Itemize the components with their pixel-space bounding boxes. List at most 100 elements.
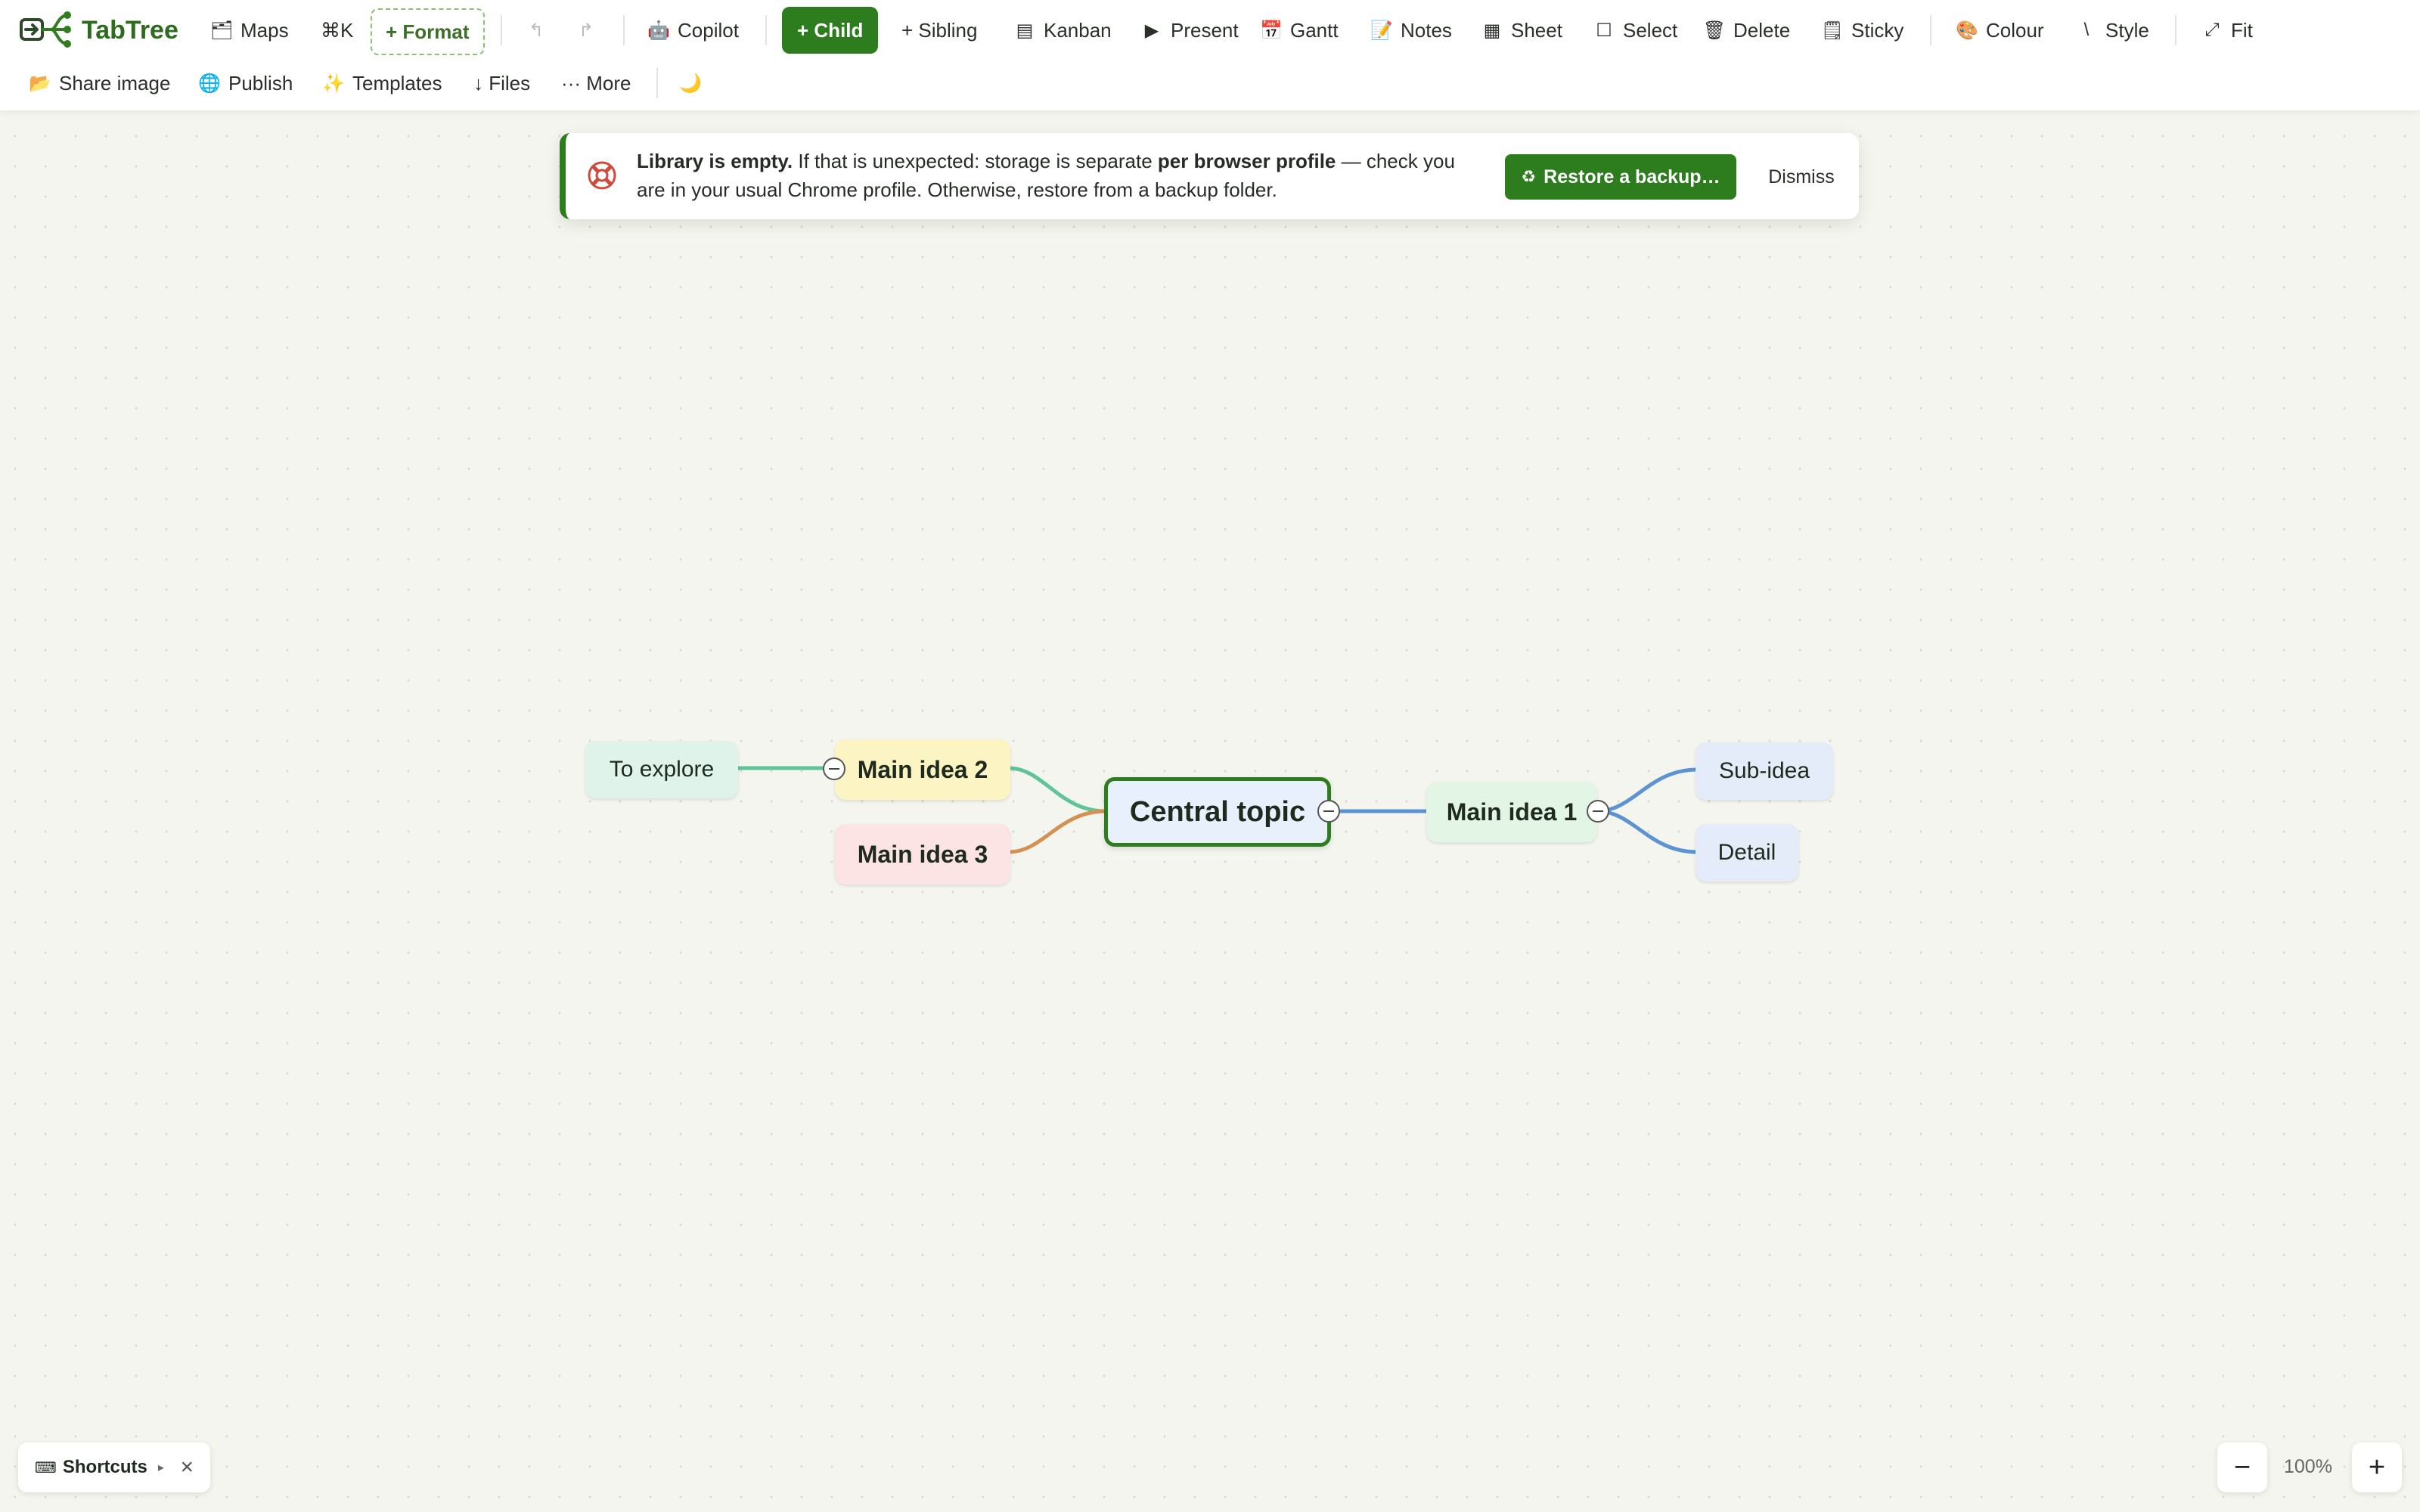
palette-icon: 🎨 (1956, 20, 1978, 41)
notes-button[interactable]: 📝 Notes (1370, 9, 1452, 51)
kanban-label: Kanban (1044, 18, 1112, 42)
tabtree-logo-icon (20, 11, 71, 48)
trash-icon: 🗑 (1702, 20, 1727, 41)
present-label: Present (1171, 18, 1239, 42)
node-sub-idea-label: Sub-idea (1718, 758, 1810, 783)
command-palette-button[interactable]: ⌘K (321, 9, 353, 51)
restore-backup-button[interactable]: ♻ Restore a backup… (1505, 154, 1736, 200)
empty-library-banner: Library is empty. If that is unexpected:… (560, 133, 1859, 219)
fit-label: Fit (2231, 18, 2253, 42)
restore-backup-label: Restore a backup… (1544, 166, 1720, 187)
keyboard-icon: ⌨ (35, 1459, 57, 1476)
copilot-button[interactable]: 🤖 Copilot (647, 9, 739, 51)
close-icon[interactable]: × (180, 1455, 194, 1480)
toolbar-divider (2175, 15, 2176, 45)
sheet-label: Sheet (1511, 18, 1562, 42)
toolbar-divider (623, 15, 625, 45)
files-label: ↓ Files (473, 71, 531, 94)
lifebuoy-icon (588, 161, 616, 190)
banner-text-1: If that is unexpected: storage is separa… (793, 150, 1158, 172)
node-sub-idea[interactable]: Sub-idea (1696, 742, 1833, 800)
undo-icon: ↰ (528, 20, 544, 41)
colour-label: Colour (1986, 18, 2044, 42)
delete-label: Delete (1733, 18, 1791, 42)
toolbar: TabTree 🗂 Maps ⌘K + Format ↰ ↱ 🤖 Copilot… (0, 0, 2420, 110)
node-main-idea-3[interactable]: Main idea 3 (835, 824, 1010, 885)
node-detail[interactable]: Detail (1696, 824, 1798, 881)
publish-button[interactable]: 🌐 Publish (198, 62, 293, 104)
add-sibling-label: + Sibling (901, 18, 978, 42)
robot-icon: 🤖 (647, 20, 670, 41)
more-button[interactable]: ··· More (561, 62, 631, 104)
shortcuts-toggle[interactable]: ⌨ Shortcuts ▸ (35, 1457, 164, 1478)
select-label: Select (1623, 18, 1678, 42)
dismiss-button[interactable]: Dismiss (1758, 154, 1845, 200)
link-main1-subidea (1596, 767, 1698, 813)
node-main-idea-2[interactable]: Main idea 2 (835, 739, 1010, 800)
add-child-button[interactable]: + Child (782, 7, 879, 54)
recycle-icon: ♻ (1521, 167, 1537, 186)
collapse-toggle-main-idea-2[interactable] (823, 758, 845, 780)
zoom-in-button[interactable]: + (2352, 1442, 2402, 1492)
add-sibling-button[interactable]: + Sibling (901, 9, 977, 51)
add-child-label: + Child (797, 18, 864, 42)
kanban-button[interactable]: ▤ Kanban (1015, 9, 1112, 51)
mindmap-links (738, 766, 1698, 854)
calendar-icon: 📅 (1260, 20, 1283, 41)
shortcuts-panel[interactable]: ⌨ Shortcuts ▸ × (18, 1442, 210, 1492)
templates-label: Templates (352, 71, 442, 94)
banner-lead: Library is empty. (637, 150, 793, 172)
node-to-explore[interactable]: To explore (585, 741, 738, 798)
dismiss-label: Dismiss (1768, 166, 1835, 187)
node-main-idea-1[interactable]: Main idea 1 (1426, 782, 1597, 842)
expand-icon: ⤢ (2204, 20, 2220, 40)
app-logo[interactable]: TabTree (18, 8, 178, 53)
link-central-main3 (1008, 809, 1106, 854)
folder-icon: 🗂 (209, 20, 234, 41)
node-central-label: Central topic (1129, 795, 1306, 828)
gantt-button[interactable]: 📅 Gantt (1260, 9, 1339, 51)
node-main-idea-1-label: Main idea 1 (1446, 798, 1578, 826)
zoom-controls: − 100% + (2217, 1442, 2402, 1492)
toolbar-row-secondary: 📂 Share image 🌐 Publish ✨ Templates ↓ Fi… (0, 57, 2420, 109)
app-name: TabTree (82, 15, 178, 45)
node-main-idea-3-label: Main idea 3 (857, 840, 988, 868)
collapse-toggle-central[interactable] (1317, 800, 1340, 823)
banner-emphasis: per browser profile (1157, 150, 1336, 172)
moon-icon: 🌙 (679, 73, 702, 94)
node-main-idea-2-label: Main idea 2 (857, 755, 988, 783)
checkbox-icon: ☐ (1596, 20, 1612, 41)
templates-button[interactable]: ✨ Templates (322, 62, 442, 104)
play-icon: ▶ (1144, 20, 1159, 41)
node-to-explore-label: To explore (609, 757, 715, 782)
zoom-out-button[interactable]: − (2217, 1442, 2267, 1492)
gantt-label: Gantt (1290, 18, 1339, 42)
redo-button[interactable]: ↱ (576, 9, 596, 51)
share-image-button[interactable]: 📂 Share image (29, 62, 170, 104)
undo-button[interactable]: ↰ (526, 9, 546, 51)
brush-icon: \ (2083, 20, 2090, 40)
colour-button[interactable]: 🎨 Colour (1956, 9, 2044, 51)
select-button[interactable]: ☐ Select (1594, 9, 1677, 51)
format-button[interactable]: + Format (371, 8, 485, 55)
toolbar-row-primary: TabTree 🗂 Maps ⌘K + Format ↰ ↱ 🤖 Copilot… (0, 5, 2420, 56)
present-button[interactable]: ▶ Present (1142, 9, 1239, 51)
delete-button[interactable]: 🗑 Delete (1702, 9, 1791, 51)
format-label: + Format (386, 20, 470, 43)
globe-icon: 🌐 (198, 73, 221, 94)
files-button[interactable]: ↓ Files (473, 62, 530, 104)
sheet-button[interactable]: ▦ Sheet (1482, 9, 1562, 51)
fit-button[interactable]: ⤢ Fit (2202, 9, 2253, 51)
dark-mode-toggle[interactable]: 🌙 (679, 62, 702, 104)
collapse-toggle-main-idea-1[interactable] (1587, 800, 1609, 823)
style-button[interactable]: \ Style (2077, 9, 2149, 51)
node-central-topic[interactable]: Central topic (1104, 777, 1331, 847)
chevron-right-icon: ▸ (157, 1461, 164, 1474)
maps-button[interactable]: 🗂 Maps (209, 9, 289, 51)
command-palette-label: ⌘K (321, 18, 354, 42)
banner-message: Library is empty. If that is unexpected:… (637, 147, 1461, 204)
notes-label: Notes (1401, 18, 1452, 42)
toolbar-divider (1930, 15, 1931, 45)
sparkle-icon: ✨ (322, 73, 345, 94)
sticky-button[interactable]: 🗒 Sticky (1821, 9, 1904, 51)
